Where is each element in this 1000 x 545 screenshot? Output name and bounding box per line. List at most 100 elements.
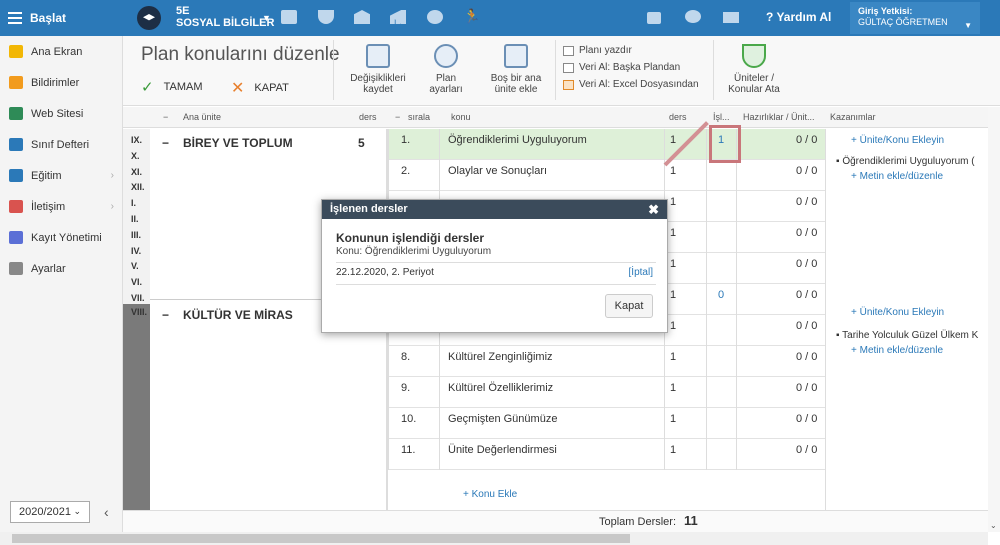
row-ders[interactable]: 1 — [670, 196, 676, 208]
monitor-icon[interactable] — [647, 12, 661, 24]
close-button[interactable]: ✕ KAPAT — [231, 78, 289, 98]
row-topic[interactable]: Olaylar ve Sonuçları — [448, 165, 547, 177]
row-hazirlik[interactable]: 0 / 0 — [796, 258, 817, 270]
row-ders[interactable]: 1 — [670, 382, 676, 394]
row-ders[interactable]: 1 — [670, 413, 676, 425]
unit-row[interactable]: − BİREY VE TOPLUM — [162, 136, 293, 150]
row-hazirlik[interactable]: 0 / 0 — [796, 320, 817, 332]
row-ders[interactable]: 1 — [670, 258, 676, 270]
sidebar-item[interactable]: Kayıt Yönetimi — [0, 222, 122, 253]
add-unit-topic-link[interactable]: + Ünite/Konu Ekleyin — [851, 135, 944, 146]
grade-label[interactable]: IX. — [131, 135, 142, 145]
assign-units-button[interactable]: Üniteler / Konular Ata — [719, 44, 789, 95]
row-hazirlik[interactable]: 0 / 0 — [796, 351, 817, 363]
row-ders[interactable]: 1 — [670, 320, 676, 332]
sidebar-item[interactable]: Web Sitesi — [0, 98, 122, 129]
table-row[interactable]: 8. Kültürel Zenginliğimiz 1 0 / 0 — [388, 346, 825, 377]
sidebar-item[interactable]: İletişim › — [0, 191, 122, 222]
grade-label[interactable]: V. — [131, 261, 139, 271]
row-hazirlik[interactable]: 0 / 0 — [796, 134, 817, 146]
grade-label[interactable]: I. — [131, 198, 136, 208]
grade-label[interactable]: VIII. — [131, 307, 147, 317]
scroll-down-icon[interactable]: ⌄ — [990, 521, 997, 530]
row-hazirlik[interactable]: 0 / 0 — [796, 413, 817, 425]
table-row[interactable]: 9. Kültürel Özelliklerimiz 1 0 / 0 — [388, 377, 825, 408]
add-topic-link[interactable]: + Konu Ekle — [463, 489, 517, 500]
row-topic[interactable]: Öğrendiklerimi Uyguluyorum — [448, 134, 587, 146]
table-row[interactable]: 10. Geçmişten Günümüze 1 0 / 0 — [388, 408, 825, 439]
briefcase-icon[interactable] — [281, 10, 297, 24]
print-plan-button[interactable]: Planı yazdır — [563, 42, 699, 59]
start-menu-button[interactable]: Başlat — [8, 9, 66, 27]
row-hazirlik[interactable]: 0 / 0 — [796, 227, 817, 239]
table-row[interactable]: 11. Ünite Değerlendirmesi 1 0 / 0 — [388, 439, 825, 470]
collapse-rows-icon[interactable]: − — [395, 112, 400, 122]
table-row[interactable]: 2. Olaylar ve Sonuçları 1 0 / 0 — [388, 160, 825, 191]
collapse-all-icon[interactable]: − — [163, 112, 168, 122]
table-row[interactable]: 1. Öğrendiklerimi Uyguluyorum 1 1 0 / 0 — [388, 129, 825, 160]
grade-label[interactable]: X. — [131, 151, 140, 161]
running-person-icon[interactable]: 🏃 — [463, 8, 480, 24]
row-hazirlik[interactable]: 0 / 0 — [796, 289, 817, 301]
row-ders[interactable]: 1 — [670, 134, 676, 146]
chat-bubble-icon[interactable] — [685, 10, 701, 23]
edit-text-link[interactable]: + Metin ekle/düzenle — [851, 345, 943, 356]
envelope-icon[interactable] — [723, 12, 739, 23]
ok-button[interactable]: ✓ TAMAM — [141, 78, 202, 96]
sidebar-item[interactable]: Ayarlar — [0, 253, 122, 284]
import-plan-button[interactable]: Veri Al: Başka Plandan — [563, 59, 699, 76]
import-excel-button[interactable]: Veri Al: Excel Dosyasından — [563, 76, 699, 93]
add-unit-topic-link[interactable]: + Ünite/Konu Ekleyin — [851, 307, 944, 318]
save-changes-button[interactable]: Değişiklikleri kaydet — [343, 44, 413, 95]
close-icon[interactable]: ✖ — [648, 202, 659, 218]
user-menu[interactable]: Giriş Yetkisi: GÜLTAÇ ÖĞRETMEN ▼ — [850, 2, 980, 34]
dialog-close-button[interactable]: Kapat — [605, 294, 653, 318]
collapse-unit-icon[interactable]: − — [162, 136, 169, 150]
grade-label[interactable]: XII. — [131, 182, 145, 192]
sidebar-item[interactable]: Eğitim › — [0, 160, 122, 191]
grade-label[interactable]: IV. — [131, 246, 141, 256]
sidebar-item[interactable]: Ana Ekran — [0, 36, 122, 67]
row-ders[interactable]: 1 — [670, 289, 676, 301]
row-hazirlik[interactable]: 0 / 0 — [796, 444, 817, 456]
grade-label[interactable]: VII. — [131, 293, 145, 303]
cancel-lesson-link[interactable]: [İptal] — [629, 267, 653, 278]
row-hazirlik[interactable]: 0 / 0 — [796, 196, 817, 208]
basketball-icon[interactable] — [427, 10, 443, 24]
year-select[interactable]: 2020/2021 ⌄ — [10, 501, 90, 523]
row-ders[interactable]: 1 — [670, 165, 676, 177]
shield-icon[interactable] — [318, 10, 334, 24]
grade-label[interactable]: II. — [131, 214, 139, 224]
row-topic[interactable]: Ünite Değerlendirmesi — [448, 444, 557, 456]
row-hazirlik[interactable]: 0 / 0 — [796, 382, 817, 394]
edit-text-link[interactable]: + Metin ekle/düzenle — [851, 171, 943, 182]
grid-header: − Ana ünite ders − sırala konu ders İşl.… — [123, 107, 1000, 128]
row-hazirlik[interactable]: 0 / 0 — [796, 165, 817, 177]
row-topic[interactable]: Kültürel Özelliklerimiz — [448, 382, 553, 394]
grade-label[interactable]: VI. — [131, 277, 142, 287]
collapse-unit-icon[interactable]: − — [162, 308, 169, 322]
scroll-thumb[interactable] — [12, 534, 630, 543]
sidebar-item-label: Eğitim — [31, 169, 62, 182]
row-ders[interactable]: 1 — [670, 227, 676, 239]
row-islenen[interactable]: 0 — [718, 289, 724, 301]
help-button[interactable]: ? Yardım Al — [766, 10, 831, 24]
add-unit-button[interactable]: Boş bir ana ünite ekle — [481, 44, 551, 95]
cell-border — [439, 408, 440, 439]
plan-settings-button[interactable]: Plan ayarları — [423, 44, 469, 95]
row-ders[interactable]: 1 — [670, 444, 676, 456]
class-selector[interactable]: 5E SOSYAL BİLGİLER ▼ — [176, 5, 274, 29]
row-topic[interactable]: Kültürel Zenginliğimiz — [448, 351, 553, 363]
grade-label[interactable]: III. — [131, 230, 141, 240]
row-topic[interactable]: Geçmişten Günümüze — [448, 413, 557, 425]
school-icon[interactable] — [354, 10, 370, 24]
horizontal-scrollbar[interactable] — [0, 532, 988, 545]
collapse-sidebar-icon[interactable]: ‹ — [104, 504, 109, 520]
sidebar-item[interactable]: Bildirimler — [0, 67, 122, 98]
vertical-scrollbar[interactable]: ⌄ — [988, 107, 1000, 532]
sidebar-item[interactable]: Sınıf Defteri — [0, 129, 122, 160]
unit-row[interactable]: − KÜLTÜR VE MİRAS — [162, 308, 293, 322]
row-ders[interactable]: 1 — [670, 351, 676, 363]
grade-label[interactable]: XI. — [131, 167, 142, 177]
bar-chart-icon[interactable] — [390, 10, 406, 24]
